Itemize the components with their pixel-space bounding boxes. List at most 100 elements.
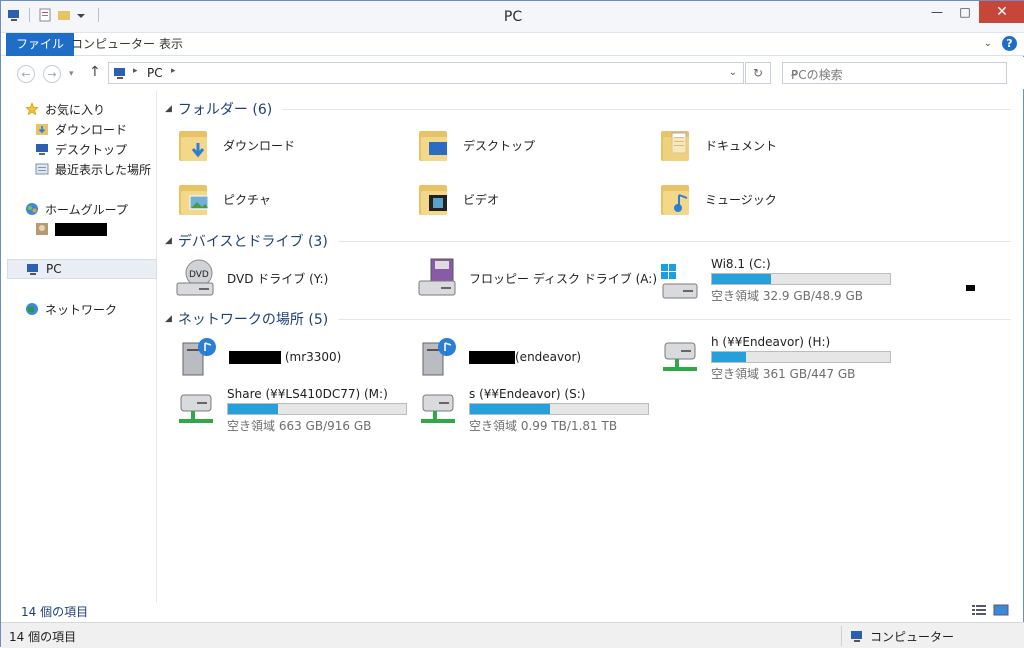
drive-h-info: h (¥¥Endeavor) (H:) 空き領域 361 GB/447 GB xyxy=(711,335,891,382)
breadcrumb-pc[interactable]: PC xyxy=(147,66,163,80)
nav-downloads-label: ダウンロード xyxy=(55,122,128,137)
windows-drive-icon xyxy=(661,263,698,298)
drive-s-info: s (¥¥Endeavor) (S:) 空き領域 0.99 TB/1.81 TB xyxy=(469,387,649,434)
drive-c[interactable]: Wi8.1 (C:) 空き領域 32.9 GB/48.9 GB xyxy=(659,257,891,304)
maximize-button[interactable]: □ xyxy=(951,1,979,23)
folder-documents[interactable]: ドキュメント xyxy=(659,127,777,163)
nav-favorites-label: お気に入り xyxy=(45,102,106,117)
nav-homegroup-label: ホームグループ xyxy=(45,202,128,217)
details-view-icon[interactable] xyxy=(971,604,987,616)
group-devices[interactable]: ◢ デバイスとドライブ (3) xyxy=(165,231,1011,251)
ribbon-expand-icon[interactable]: ⌄ xyxy=(984,38,992,49)
redacted-mark xyxy=(966,285,975,291)
group-network[interactable]: ◢ ネットワークの場所 (5) xyxy=(165,309,1011,329)
folder-label: ダウンロード xyxy=(223,138,296,153)
group-network-label: ネットワークの場所 (5) xyxy=(177,312,329,328)
folder-downloads[interactable]: ダウンロード xyxy=(177,127,295,163)
drive-floppy[interactable]: フロッピー ディスク ドライブ (A:) xyxy=(417,257,657,299)
network-drive-m[interactable]: Share (¥¥LS410DC77) (M:) 空き領域 663 GB/916… xyxy=(175,387,407,434)
folder-pictures[interactable]: ピクチャ xyxy=(177,181,271,217)
nav-downloads[interactable]: ダウンロード xyxy=(35,119,127,139)
title-bar: PC — □ ✕ xyxy=(1,1,1024,33)
drive-dvd-label: DVD ドライブ (Y:) xyxy=(227,271,329,286)
search-input[interactable]: PCの検索 ⌕ xyxy=(782,62,1007,84)
drive-h-free-space: 空き領域 361 GB/447 GB xyxy=(711,367,856,381)
group-divider xyxy=(338,318,1011,320)
nav-pc-label: PC xyxy=(46,262,62,276)
nav-homegroup[interactable]: ホームグループ xyxy=(25,199,128,219)
group-collapse-icon[interactable]: ◢ xyxy=(165,236,172,246)
nav-recent-places-label: 最近表示した場所 xyxy=(55,162,152,177)
drive-m-info: Share (¥¥LS410DC77) (M:) 空き領域 663 GB/916… xyxy=(227,387,407,434)
music-folder-icon xyxy=(659,181,695,217)
network-drive-s[interactable]: s (¥¥Endeavor) (S:) 空き領域 0.99 TB/1.81 TB xyxy=(417,387,649,434)
folder-videos[interactable]: ビデオ xyxy=(417,181,499,217)
large-icons-view-icon[interactable] xyxy=(993,604,1009,616)
homegroup-icon xyxy=(26,203,38,215)
forward-button[interactable]: → xyxy=(43,65,61,83)
media-server-icon xyxy=(422,338,456,376)
downloads-folder-icon xyxy=(177,127,213,163)
folder-music[interactable]: ミュージック xyxy=(659,181,777,217)
redacted-name xyxy=(469,351,515,364)
search-icon[interactable]: ⌕ xyxy=(791,65,1000,80)
help-icon[interactable]: ? xyxy=(1002,36,1017,51)
content-pane: ◢ フォルダー (6) ダウンロード デスクトップ ドキュメント ピクチャ ビデ… xyxy=(161,91,1013,603)
drive-c-label: Wi8.1 (C:) xyxy=(711,257,771,271)
network-drive-h[interactable]: h (¥¥Endeavor) (H:) 空き領域 361 GB/447 GB xyxy=(659,335,891,382)
redacted-name xyxy=(229,351,281,364)
folder-desktop[interactable]: デスクトップ xyxy=(417,127,535,163)
group-divider xyxy=(282,108,1011,110)
item-count: 14 個の項目 xyxy=(9,630,77,644)
redacted-username xyxy=(55,222,107,236)
nav-recent-places[interactable]: 最近表示した場所 xyxy=(35,159,151,179)
drive-dvd[interactable]: DVD DVD ドライブ (Y:) xyxy=(175,257,328,299)
refresh-button[interactable]: ↻ xyxy=(745,62,771,84)
back-button[interactable]: ← xyxy=(17,65,35,83)
breadcrumb-chevron-icon[interactable]: ▸ xyxy=(133,66,138,76)
device-suffix: (mr3300) xyxy=(284,350,342,364)
pictures-folder-icon xyxy=(177,181,213,217)
drive-floppy-label: フロッピー ディスク ドライブ (A:) xyxy=(469,271,658,286)
user-avatar-icon xyxy=(36,223,48,235)
network-device-endeavor[interactable]: (endeavor) xyxy=(419,335,581,379)
folder-label: デスクトップ xyxy=(463,138,536,153)
item-count-inner: 14 個の項目 xyxy=(21,605,89,619)
window-controls: — □ ✕ xyxy=(923,1,1024,23)
folder-label: ドキュメント xyxy=(705,138,778,153)
close-button[interactable]: ✕ xyxy=(979,1,1024,23)
usage-fill xyxy=(470,404,551,414)
nav-favorites[interactable]: お気に入り xyxy=(25,99,105,119)
nav-network[interactable]: ネットワーク xyxy=(25,299,117,319)
nav-homegroup-user[interactable] xyxy=(35,219,107,239)
address-bar[interactable]: ▸ PC ▸ ⌄ xyxy=(108,62,744,84)
dvd-drive-icon: DVD xyxy=(176,259,214,296)
drive-s-label: s (¥¥Endeavor) (S:) xyxy=(469,387,586,401)
minimize-button[interactable]: — xyxy=(923,1,951,23)
network-device-mr3300[interactable]: (mr3300) xyxy=(179,335,341,379)
drive-m-usage-bar xyxy=(227,403,407,415)
recent-locations-icon[interactable]: ▾ xyxy=(69,69,74,79)
ribbon-tabs: ファイル コンピューター 表示 ⌄ ? xyxy=(1,33,1024,56)
usage-fill xyxy=(228,404,278,414)
drive-s-usage-bar xyxy=(469,403,649,415)
group-folders[interactable]: ◢ フォルダー (6) xyxy=(165,99,1011,119)
nav-desktop[interactable]: デスクトップ xyxy=(35,139,127,159)
nav-pc[interactable]: PC xyxy=(7,259,157,279)
status-bar: 14 個の項目 コンピューター xyxy=(1,622,1024,648)
address-dropdown-icon[interactable]: ⌄ xyxy=(729,67,737,78)
drive-s-free-space: 空き領域 0.99 TB/1.81 TB xyxy=(469,419,618,433)
computer-icon xyxy=(114,68,125,79)
network-drive-icon xyxy=(179,394,213,423)
device-suffix: (endeavor) xyxy=(515,350,582,364)
navigation-pane: お気に入り ダウンロード デスクトップ 最近表示した場所 ホームグループ PC xyxy=(1,91,157,603)
breadcrumb-chevron-icon[interactable]: ▸ xyxy=(171,66,176,76)
network-device-mr3300-label: (mr3300) xyxy=(229,350,341,364)
documents-folder-icon xyxy=(659,127,695,163)
group-collapse-icon[interactable]: ◢ xyxy=(165,314,172,324)
tab-view[interactable]: 表示 xyxy=(149,33,193,56)
up-arrow-icon[interactable]: ↑ xyxy=(89,64,101,80)
floppy-drive-icon xyxy=(418,258,456,296)
group-devices-label: デバイスとドライブ (3) xyxy=(177,234,328,250)
group-collapse-icon[interactable]: ◢ xyxy=(165,104,172,114)
